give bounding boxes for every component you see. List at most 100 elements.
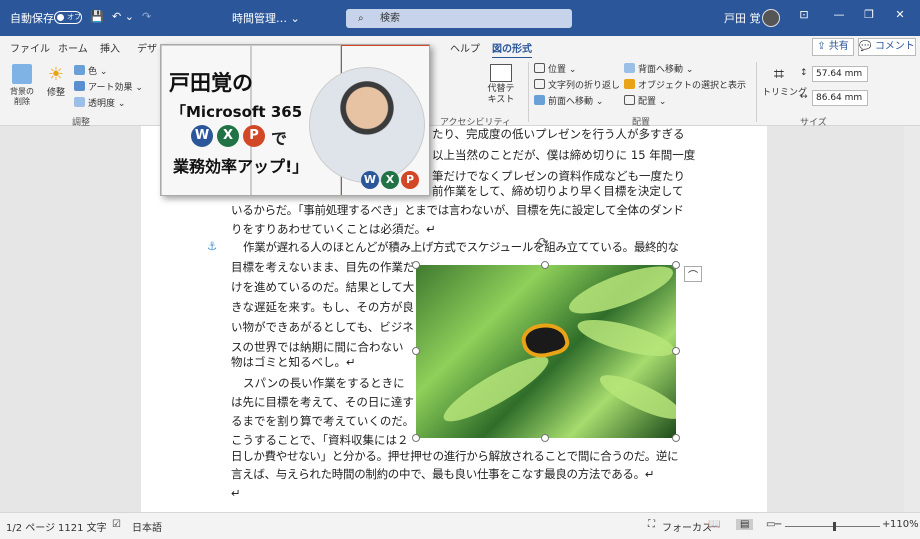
- banner-connector: で: [271, 129, 288, 148]
- print-layout-icon[interactable]: ▤: [736, 519, 754, 530]
- tab-insert[interactable]: 挿入: [100, 40, 120, 55]
- butterfly-icon: [518, 317, 572, 363]
- focus-button[interactable]: フォーカス: [662, 519, 712, 534]
- ribbon-tabs: ファイル ホーム 挿入 デザ ヘルプ 図の形式 ⇪ 共有 💬 コメント: [0, 36, 920, 59]
- undo-icon[interactable]: ↶ ⌄: [112, 10, 134, 23]
- transparency-icon: [74, 97, 85, 107]
- height-input[interactable]: 57.64 mm: [812, 66, 868, 82]
- close-icon[interactable]: ✕: [893, 8, 907, 26]
- user-avatar[interactable]: [762, 9, 780, 27]
- word-badge-icon: W: [191, 125, 213, 147]
- color-button[interactable]: 色 ⌄: [74, 64, 107, 77]
- resize-handle[interactable]: [672, 347, 680, 355]
- layout-options-icon[interactable]: ⌒: [684, 266, 702, 282]
- divider: [528, 62, 529, 122]
- send-backward-label: 背面へ移動 ⌄: [638, 65, 694, 75]
- tab-picture-format[interactable]: 図の形式: [492, 40, 532, 59]
- text-line[interactable]: きな遅延を来す。もし、その方が良: [231, 297, 414, 318]
- share-label: 共有: [828, 41, 849, 52]
- resize-handle[interactable]: [672, 261, 680, 269]
- vertical-scrollbar[interactable]: [904, 126, 920, 512]
- resize-handle[interactable]: [541, 261, 549, 269]
- corrections-label: 修整: [46, 88, 65, 98]
- zoom-slider-thumb[interactable]: [833, 522, 836, 531]
- width-icon: ↔: [800, 92, 808, 102]
- text-line[interactable]: は先に目標を考えて、その日に達す: [231, 392, 414, 413]
- resize-handle[interactable]: [412, 434, 420, 442]
- corrections-button[interactable]: ☀ 修整: [44, 64, 68, 98]
- height-icon: ↕: [800, 68, 808, 78]
- share-button[interactable]: ⇪ 共有: [812, 38, 854, 56]
- banner-tagline: 業務効率アップ!」: [173, 157, 309, 176]
- text-line[interactable]: るまでを割り算で考えていくのだ。: [231, 411, 414, 432]
- read-mode-icon[interactable]: 📖: [708, 519, 720, 530]
- focus-icon[interactable]: ⛶: [648, 519, 655, 530]
- zoom-level[interactable]: 110%: [890, 519, 919, 530]
- rotate-handle-icon[interactable]: ⟳: [538, 235, 548, 249]
- autosave-label: 自動保存: [10, 12, 54, 25]
- tab-home[interactable]: ホーム: [58, 40, 88, 55]
- wrap-text-label: 文字列の折り返し ⌄: [548, 81, 631, 91]
- word-count[interactable]: 1121 文字: [58, 519, 107, 534]
- proofing-icon[interactable]: ☑: [112, 519, 121, 530]
- text-line[interactable]: 作業が遅れる人のほとんどが積み上げ方式でスケジュールを組み立てている。最終的な: [243, 237, 679, 258]
- restore-icon[interactable]: ❐: [862, 8, 876, 26]
- text-line[interactable]: 言えば、与えられた時間の制約の中で、最も良い仕事をこなす最良の方法である。↵: [231, 464, 654, 485]
- status-bar: 1/2 ページ 1121 文字 ☑ 日本語 ⛶ フォーカス 📖 ▤ ▭ − + …: [0, 512, 920, 539]
- text-line[interactable]: 前作業をして、締め切りより早く目標を決定して: [432, 181, 684, 202]
- language-indicator[interactable]: 日本語: [132, 519, 162, 534]
- selection-pane-label: オブジェクトの選択と表示: [638, 81, 747, 91]
- zoom-slider[interactable]: [785, 522, 880, 531]
- resize-handle[interactable]: [412, 261, 420, 269]
- search-box[interactable]: ⌕ 検索: [346, 9, 572, 28]
- search-placeholder: 検索: [380, 13, 400, 24]
- text-line[interactable]: けを進めているのだ。結果として大: [231, 277, 414, 298]
- excel-badge-icon: X: [217, 125, 239, 147]
- text-line[interactable]: 以上当然のことだが、僕は締め切りに 15 年間一度: [432, 145, 695, 166]
- resize-handle[interactable]: [412, 347, 420, 355]
- text-line[interactable]: 目標を考えないまま、目先の作業だ: [231, 257, 415, 278]
- search-icon: ⌕: [358, 13, 364, 24]
- position-button[interactable]: 位置 ⌄: [534, 62, 576, 75]
- author-portrait: [309, 67, 425, 183]
- align-button[interactable]: 配置 ⌄: [624, 94, 666, 107]
- remove-background-button[interactable]: 背景の削除: [8, 64, 36, 107]
- send-backward-button[interactable]: 背面へ移動 ⌄: [624, 62, 693, 75]
- save-icon[interactable]: 💾: [90, 10, 104, 23]
- page-count[interactable]: 1/2 ページ: [6, 519, 55, 534]
- bring-forward-button[interactable]: 前面へ移動 ⌄: [534, 94, 603, 107]
- crop-button[interactable]: ⌗ トリミング: [762, 64, 807, 98]
- banner-title: 戸田覚の: [169, 71, 253, 95]
- document-title[interactable]: 時間管理… ⌄: [232, 10, 300, 26]
- remove-background-icon: [12, 64, 32, 84]
- text-line[interactable]: 物はゴミと知るべし。↵: [231, 352, 356, 373]
- autosave-toggle[interactable]: オフ: [54, 11, 82, 24]
- alt-text-button[interactable]: 代替テキスト: [484, 64, 518, 106]
- remove-background-label: 背景の削除: [10, 87, 34, 106]
- butterfly-photo[interactable]: [416, 265, 676, 438]
- comment-button[interactable]: 💬 コメント: [858, 38, 916, 56]
- user-name: 戸田 覚: [724, 12, 761, 25]
- ribbon-display-icon[interactable]: ⊡: [797, 8, 811, 26]
- text-line[interactable]: ↵: [231, 483, 241, 504]
- text-line[interactable]: たり、完成度の低いプレゼンを行う人が多すぎる: [432, 124, 685, 145]
- selection-pane-button[interactable]: オブジェクトの選択と表示: [624, 78, 746, 91]
- wrap-text-button[interactable]: 文字列の折り返し ⌄: [534, 78, 630, 91]
- text-line[interactable]: いるからだ。「事前処理するべき」とまでは言わないが、目標を先に設定して全体のダン…: [231, 200, 684, 221]
- artistic-effects-button[interactable]: アート効果 ⌄: [74, 80, 143, 93]
- width-input[interactable]: 86.64 mm: [812, 90, 868, 106]
- bring-forward-icon: [534, 95, 545, 105]
- zoom-out-button[interactable]: −: [774, 519, 782, 530]
- minimize-icon[interactable]: —: [832, 8, 846, 26]
- redo-icon[interactable]: ↷: [142, 10, 151, 23]
- resize-handle[interactable]: [672, 434, 680, 442]
- position-label: 位置 ⌄: [548, 65, 577, 75]
- text-line[interactable]: スパンの長い作業をするときに: [243, 373, 405, 394]
- tab-file[interactable]: ファイル: [10, 40, 50, 55]
- resize-handle[interactable]: [541, 434, 549, 442]
- tab-help[interactable]: ヘルプ: [450, 40, 480, 55]
- anchor-icon: ⚓: [207, 239, 218, 253]
- tab-design[interactable]: デザ: [137, 40, 157, 55]
- text-line[interactable]: い物ができあがるとしても、ビジネ: [231, 317, 414, 338]
- transparency-button[interactable]: 透明度 ⌄: [74, 96, 125, 109]
